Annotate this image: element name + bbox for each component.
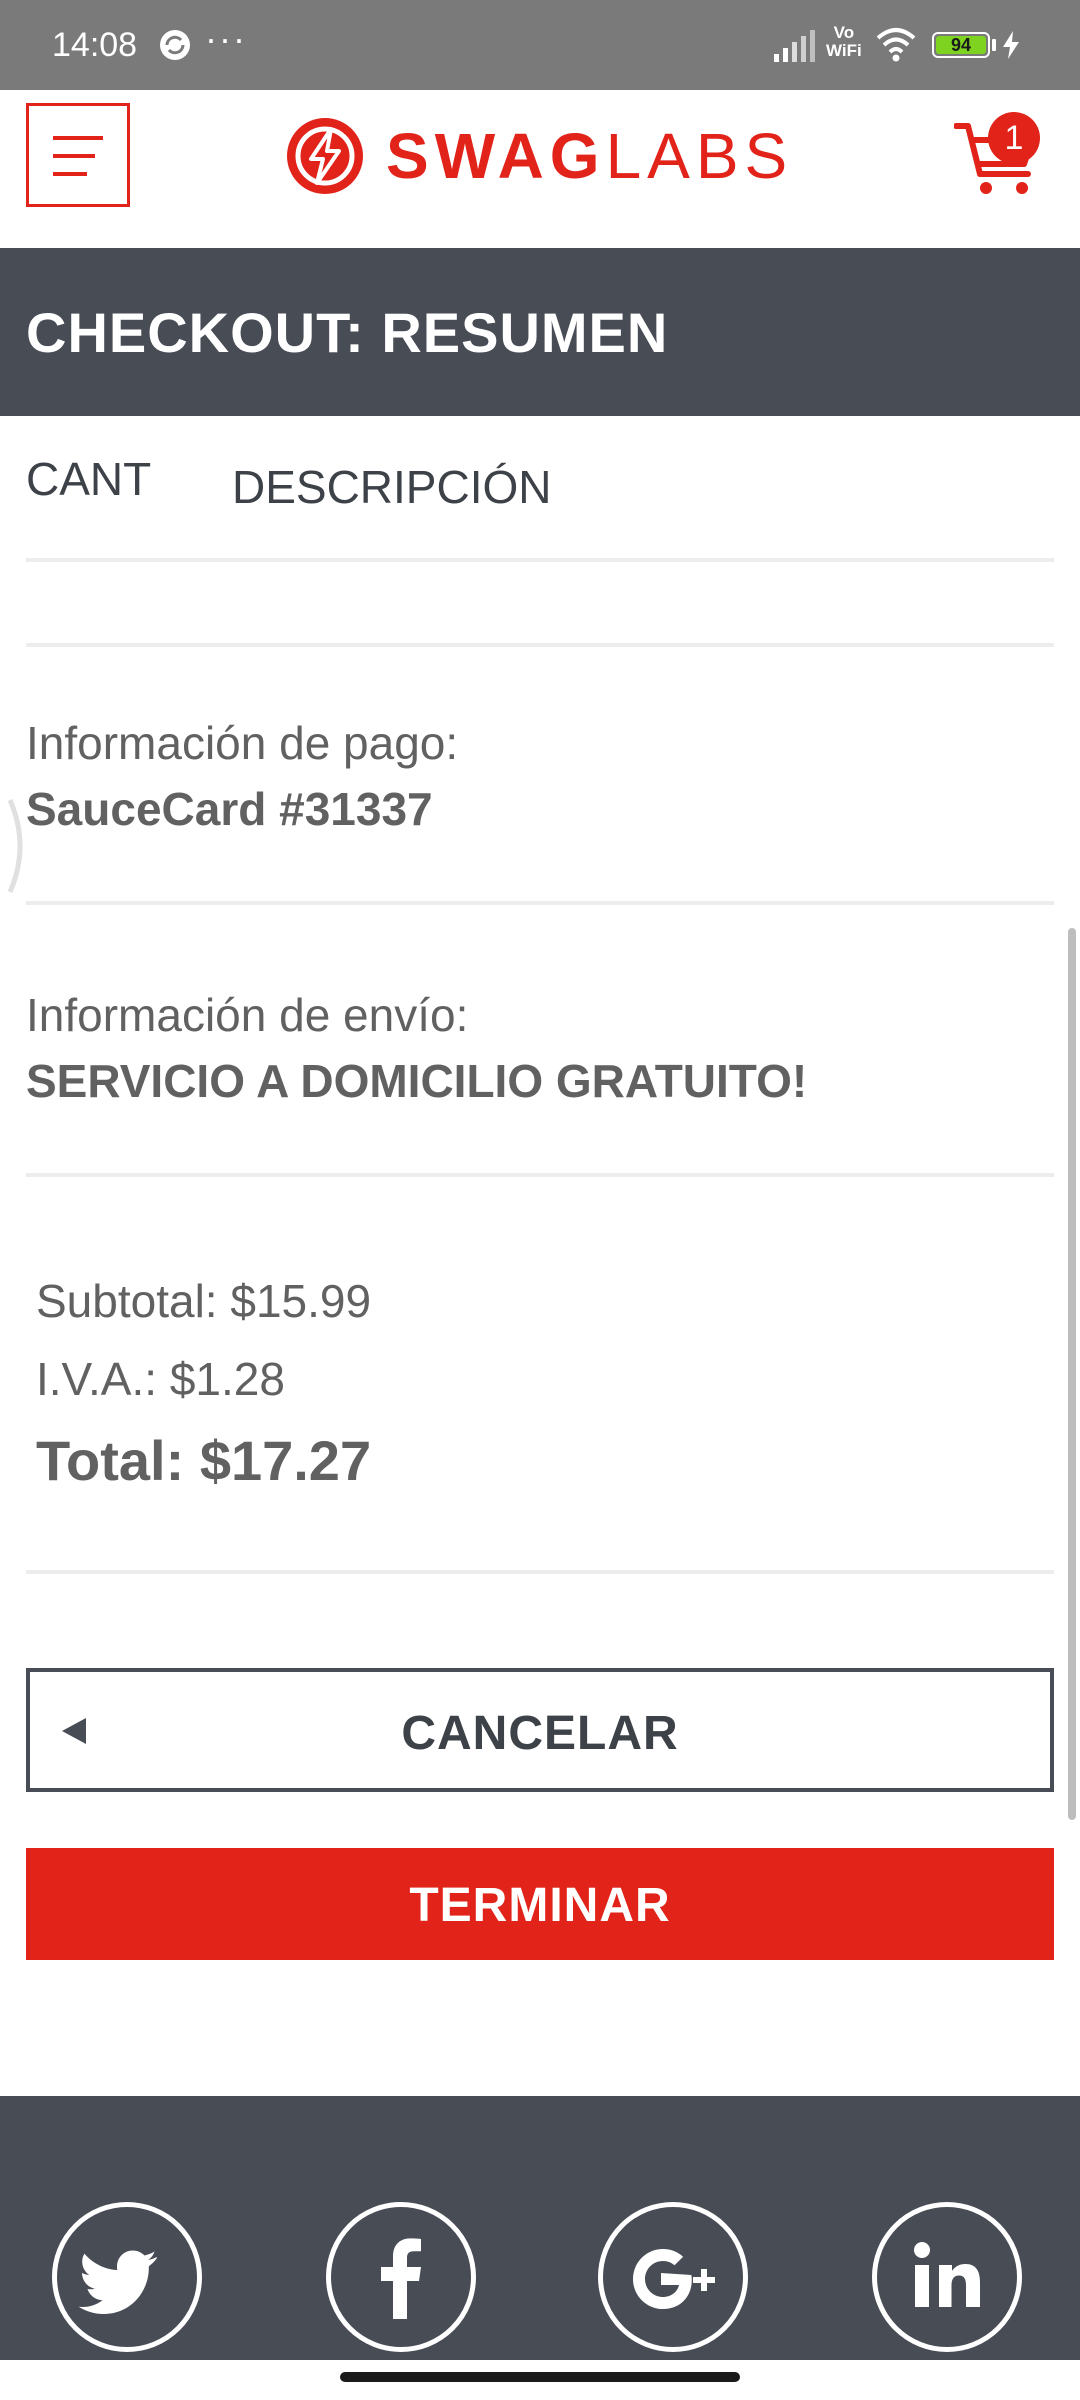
swag-labs-logo: SWAG LABS (284, 114, 793, 198)
tax-label: I.V.A.: $1.28 (36, 1353, 285, 1405)
footer (0, 2096, 1080, 2400)
finish-button-label: TERMINAR (409, 1879, 671, 1932)
logo-labs-text: LABS (605, 120, 794, 192)
vowifi-indicator: Vo WiFi (826, 24, 862, 60)
subtotal-label: Subtotal: $15.99 (36, 1275, 372, 1327)
wifi-label: WiFi (826, 41, 862, 60)
signal-icon (774, 30, 815, 62)
google-plus-icon (633, 2249, 715, 2309)
battery-level: 94 (936, 36, 986, 54)
facebook-link[interactable] (326, 2202, 476, 2352)
finish-button[interactable]: TERMINAR (26, 1848, 1054, 1960)
payment-info-label: Información de pago: (26, 717, 459, 769)
charging-icon (1003, 31, 1019, 59)
page-title: CHECKOUT: RESUMEN (26, 301, 669, 364)
battery-tip (992, 39, 996, 51)
twitter-link[interactable] (52, 2202, 202, 2352)
divider (26, 643, 1054, 647)
more-notifications-icon: ··· (205, 18, 247, 59)
vo-label: Vo (833, 23, 855, 42)
logo-swag-text: SWAG (386, 120, 606, 192)
wifi-icon (876, 28, 916, 62)
scrollbar[interactable] (1068, 928, 1076, 1820)
linkedin-icon (914, 2242, 980, 2307)
divider (26, 1570, 1054, 1574)
sync-icon (160, 30, 190, 60)
menu-button[interactable] (26, 103, 130, 207)
shipping-info-value: SERVICIO A DOMICILIO GRATUITO! (26, 1055, 808, 1107)
menu-icon (53, 136, 103, 176)
battery-icon: 94 (932, 32, 990, 58)
logo-bolt-icon (287, 118, 363, 194)
qty-column-header: CANT (26, 453, 152, 505)
title-bar: CHECKOUT: RESUMEN (0, 248, 1080, 416)
cart-badge[interactable]: 1 (988, 112, 1040, 164)
edge-swipe-indicator (7, 799, 23, 893)
app-header: SWAG LABS 1 (0, 90, 1080, 248)
divider (26, 1173, 1054, 1177)
total-label: Total: $17.27 (36, 1429, 372, 1492)
twitter-icon (78, 2250, 157, 2314)
divider (26, 901, 1054, 905)
home-indicator[interactable] (340, 2372, 740, 2382)
payment-info-value: SauceCard #31337 (26, 783, 433, 835)
facebook-icon (381, 2238, 421, 2319)
status-bar: 14:08 ··· Vo WiFi 94 (0, 0, 1080, 90)
cancel-button[interactable]: CANCELAR (26, 1668, 1054, 1792)
shipping-info-label: Información de envío: (26, 989, 469, 1041)
description-column-header: DESCRIPCIÓN (232, 461, 552, 513)
status-time: 14:08 (52, 26, 138, 64)
divider (26, 558, 1054, 562)
linkedin-link[interactable] (872, 2202, 1022, 2352)
cancel-button-label: CANCELAR (401, 1707, 679, 1760)
google-plus-link[interactable] (598, 2202, 748, 2352)
